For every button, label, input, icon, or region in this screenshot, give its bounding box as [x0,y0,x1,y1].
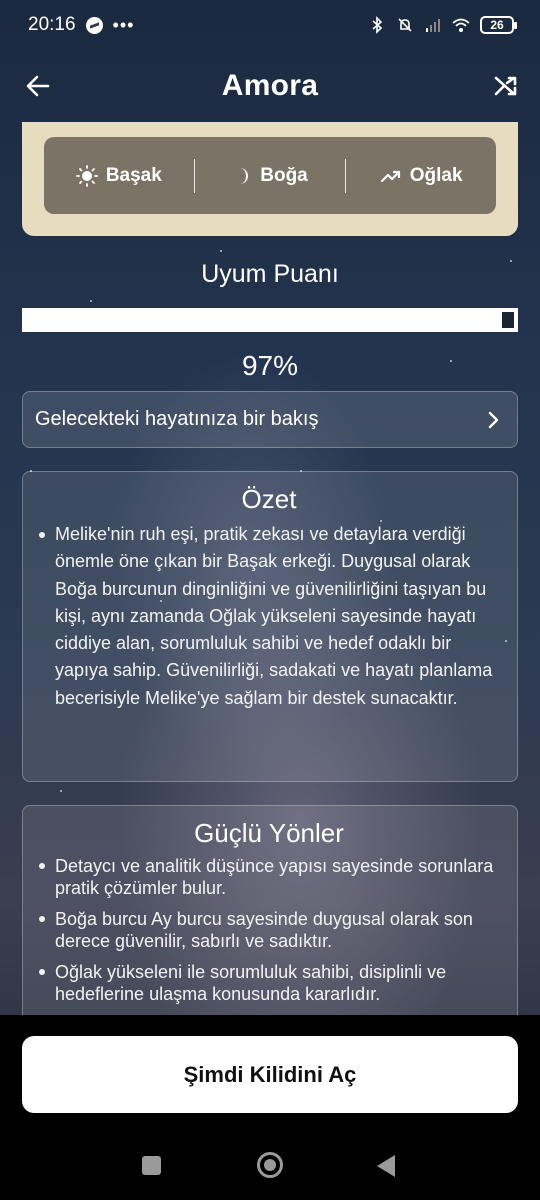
battery-icon: 26 [480,16,517,34]
rising-sign-label: Oğlak [409,164,463,186]
list-item: Boğa burcu Ay burcu sayesinde duygusal o… [37,908,501,952]
sun-sign-label: Başak [105,164,162,186]
page-title: Amora [221,69,319,102]
moon-sign: Boğa [195,165,345,187]
shuffle-button[interactable] [490,70,522,102]
moon-icon [240,167,249,184]
status-time: 20:16 [28,14,76,35]
bottom-bar: Şimdi Kilidini Aç [0,1015,540,1200]
unlock-now-button[interactable]: Şimdi Kilidini Aç [22,1036,518,1113]
summary-panel: Özet Melike'nin ruh eşi, pratik zekası v… [22,471,518,782]
progress-remainder [500,310,516,330]
signal-icon [426,19,440,32]
system-nav-bar [0,1141,540,1191]
score-title: Uyum Puanı [201,260,339,288]
sun-icon [75,164,98,187]
rising-sign: Oğlak [346,165,496,187]
sign-card: Başak Boğa Oğlak [22,122,518,236]
shuffle-icon [494,76,517,96]
mute-icon [398,18,412,32]
future-life-button[interactable]: Gelecekteki hayatınıza bir bakış [22,391,518,448]
wifi-icon [452,18,470,32]
sun-sign: Başak [44,165,194,187]
chevron-right-icon [488,411,499,428]
list-item: Oğlak yükseleni ile sorumluluk sahibi, d… [37,961,501,1005]
sign-bar: Başak Boğa Oğlak [44,137,496,214]
score-value: 97% [241,350,299,381]
messenger-icon [85,16,103,34]
list-item: Detaycı ve analitik düşünce yapısı sayes… [37,855,501,899]
home-button[interactable] [257,1152,283,1178]
strengths-panel: Güçlü Yönler Detaycı ve analitik düşünce… [22,805,518,1035]
summary-title: Özet [241,484,297,514]
strengths-list: Detaycı ve analitik düşünce yapısı sayes… [37,855,501,1005]
app-header: Amora [0,58,540,114]
strengths-title: Güçlü Yönler [194,818,344,848]
summary-list: Melike'nin ruh eşi, pratik zekası ve det… [37,521,501,712]
compatibility-progress-bar [22,308,518,332]
bluetooth-icon [372,16,383,34]
arrow-left-icon [26,75,50,97]
progress-fill [24,310,502,330]
moon-sign-label: Boğa [260,164,308,186]
back-button[interactable] [22,70,54,102]
trending-up-icon [380,170,400,182]
list-item: Melike'nin ruh eşi, pratik zekası ve det… [37,521,501,712]
status-bar: 20:16 ••• 26 [0,0,540,50]
system-back-button[interactable] [377,1155,395,1177]
future-life-label: Gelecekteki hayatınıza bir bakış [35,408,319,430]
more-notifications-icon: ••• [112,14,135,35]
recent-apps-button[interactable] [142,1156,161,1175]
